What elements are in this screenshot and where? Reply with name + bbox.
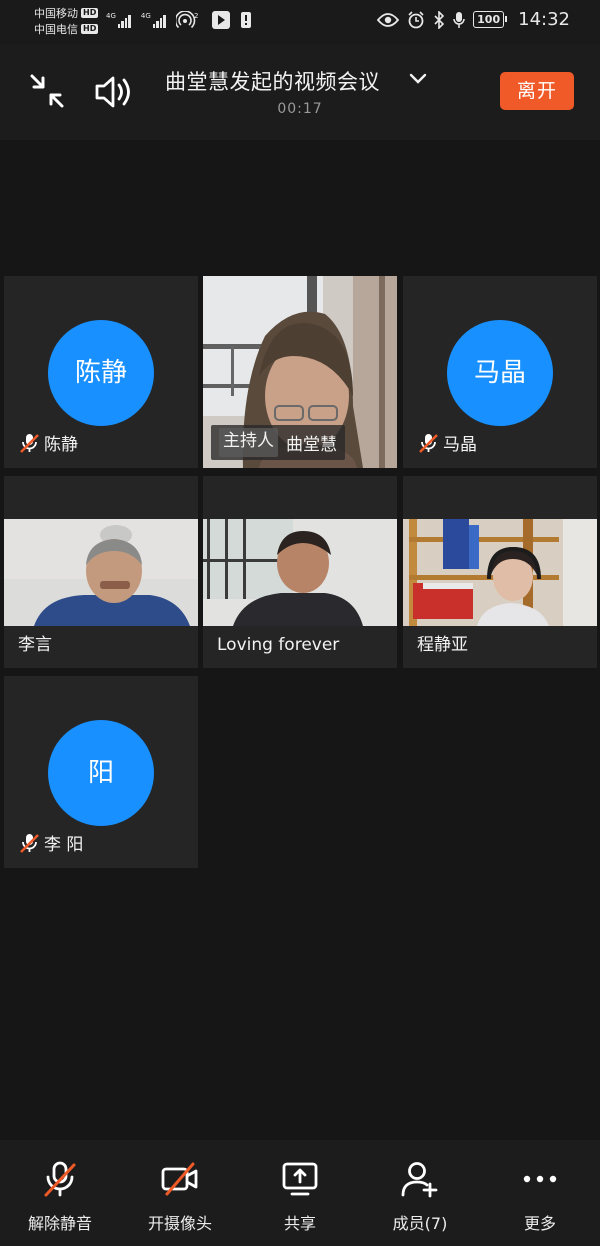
svg-text:2: 2	[194, 12, 198, 20]
participant-tile[interactable]: 程静亚	[403, 476, 597, 668]
leave-button[interactable]: 离开	[500, 72, 574, 110]
alarm-icon	[408, 10, 424, 28]
participant-name-row: 陈静	[18, 430, 78, 455]
meeting-header: 曲堂慧发起的视频会议 00:17 离开	[0, 44, 600, 140]
carrier-info: 中国移动 HD 中国电信 HD	[34, 6, 99, 38]
more-label: 更多	[523, 1214, 556, 1233]
more-icon	[523, 1175, 557, 1183]
meeting-title[interactable]: 曲堂慧发起的视频会议	[165, 66, 380, 96]
participant-video	[203, 519, 397, 626]
alert-icon	[240, 12, 251, 28]
participant-tile-host[interactable]: 主持人 曲堂慧	[203, 276, 397, 468]
participant-name: 陈静	[44, 435, 78, 455]
more-button[interactable]: 更多	[490, 1160, 590, 1234]
share-label: 共享	[283, 1214, 316, 1233]
mic-muted-icon	[20, 833, 39, 853]
avatar: 阳	[48, 720, 154, 826]
members-label: 成员(7)	[392, 1214, 448, 1233]
signal-icon: 4G	[106, 12, 131, 28]
system-icons: 100 14:32	[377, 9, 570, 30]
share-button[interactable]: 共享	[250, 1160, 350, 1234]
clock: 14:32	[518, 9, 570, 30]
status-bar: 中国移动 HD 中国电信 HD 4G 4G 2 100 14:32	[0, 0, 600, 44]
app-notification-icon	[211, 11, 230, 29]
participant-video	[4, 519, 198, 626]
carrier-2: 中国电信	[34, 23, 78, 36]
participant-tile[interactable]: 阳 李 阳	[4, 676, 198, 868]
signal-icon: 4G	[141, 12, 166, 28]
participant-name-row: Loving forever	[217, 635, 339, 655]
participant-name-row: 程静亚	[417, 630, 468, 655]
participant-name-row: 马晶	[417, 430, 477, 455]
avatar: 陈静	[48, 320, 154, 426]
participant-tile[interactable]: 陈静 陈静	[4, 276, 198, 468]
mic-muted-icon	[20, 433, 39, 453]
participant-tile[interactable]: 李言	[4, 476, 198, 668]
participant-name-row: 李言	[18, 630, 52, 655]
network-icons: 4G 4G 2	[106, 11, 252, 29]
participant-name: Loving forever	[217, 635, 340, 655]
unmute-button[interactable]: 解除静音	[10, 1160, 110, 1234]
hotspot-icon: 2	[175, 11, 198, 29]
avatar: 马晶	[447, 320, 553, 426]
carrier-1: 中国移动	[34, 7, 78, 20]
host-label: 主持人 曲堂慧	[211, 425, 345, 460]
camera-button[interactable]: 开摄像头	[130, 1160, 230, 1234]
chevron-down-icon[interactable]	[409, 72, 427, 86]
participant-name: 李言	[18, 635, 52, 655]
eye-icon	[377, 12, 400, 27]
participant-name: 李 阳	[44, 835, 84, 855]
battery-indicator: 100	[473, 11, 508, 28]
mic-muted-icon	[419, 433, 438, 453]
participant-name: 马晶	[443, 435, 477, 455]
meeting-toolbar: 解除静音 开摄像头 共享 成员(7) 更多	[0, 1140, 600, 1246]
participant-tile[interactable]: 马晶 马晶	[403, 276, 597, 468]
host-badge: 主持人	[219, 428, 278, 457]
bluetooth-icon	[434, 10, 445, 29]
share-screen-icon	[282, 1162, 318, 1196]
members-button[interactable]: 成员(7)	[370, 1160, 470, 1234]
participant-name-row: 李 阳	[18, 830, 83, 855]
camera-label: 开摄像头	[147, 1214, 212, 1233]
hd-badge: HD	[81, 8, 99, 18]
participant-tile[interactable]: Loving forever	[203, 476, 397, 668]
participant-name: 程静亚	[417, 635, 468, 655]
participant-name: 曲堂慧	[286, 435, 337, 455]
participant-video	[403, 519, 597, 626]
unmute-label: 解除静音	[27, 1214, 92, 1233]
mic-muted-icon	[44, 1161, 76, 1197]
add-member-icon	[401, 1162, 438, 1198]
hd-badge: HD	[81, 24, 99, 34]
camera-off-icon	[161, 1162, 198, 1196]
microphone-icon	[453, 11, 465, 28]
